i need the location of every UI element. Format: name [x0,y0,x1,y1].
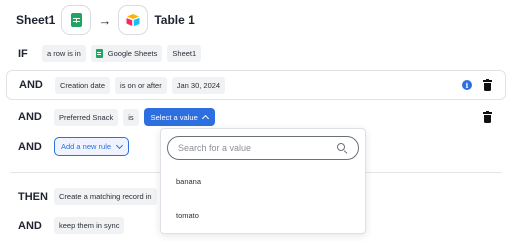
add-rule-button[interactable]: Add a new rule [54,137,130,156]
and-keyword: AND [18,140,42,153]
if-row: IF a row is in Google Sheets Sheet1 [18,45,512,62]
chevron-up-icon [201,114,209,122]
target-app-badge [118,5,149,35]
target-table-name: Table 1 [154,13,195,27]
operator-chip[interactable]: is [123,108,139,126]
and-keyword: AND [18,111,42,123]
sync-header: Sheet1 → Table 1 [16,4,195,36]
airtable-icon [126,14,140,27]
and-keyword: AND [19,79,43,91]
app-chip[interactable]: Google Sheets [90,45,163,62]
condition-row-preferred-snack: AND Preferred Snack is Select a value [18,108,512,126]
google-sheets-icon [70,13,82,27]
info-icon[interactable]: i [462,80,472,90]
select-value-button[interactable]: Select a value [143,108,215,126]
operator-chip[interactable]: is on or after [115,76,167,94]
field-chip[interactable]: Preferred Snack [54,108,119,126]
add-rule-label: Add a new rule [61,142,112,151]
condition-row-creation-date: AND Creation date is on or after Jan 30,… [6,70,506,100]
search-box [167,136,359,160]
value-dropdown: banana tomato [160,128,366,234]
dropdown-option-banana[interactable]: banana [176,177,201,186]
search-input[interactable] [178,143,337,153]
source-app-badge [61,5,92,35]
google-sheets-icon [95,49,103,58]
trigger-chip[interactable]: a row is in [42,45,86,62]
action-chip[interactable]: Create a matching record in [54,188,157,205]
trash-icon[interactable] [483,78,492,91]
value-chip[interactable]: Jan 30, 2024 [171,76,226,94]
search-icon [337,142,348,154]
sheet-chip[interactable]: Sheet1 [167,45,202,62]
app-chip-label: Google Sheets [107,49,158,58]
source-sheet-name: Sheet1 [16,13,56,27]
trash-icon[interactable] [483,110,492,123]
if-keyword: IF [18,47,28,60]
dropdown-option-tomato[interactable]: tomato [176,211,199,220]
arrow-right-icon: → [98,12,112,28]
chevron-down-icon [116,141,124,149]
sync-option-chip[interactable]: keep them in sync [54,217,125,234]
select-value-label: Select a value [150,112,198,122]
then-keyword: THEN [18,190,48,203]
field-chip[interactable]: Creation date [55,76,111,94]
and-keyword: AND [18,219,42,232]
